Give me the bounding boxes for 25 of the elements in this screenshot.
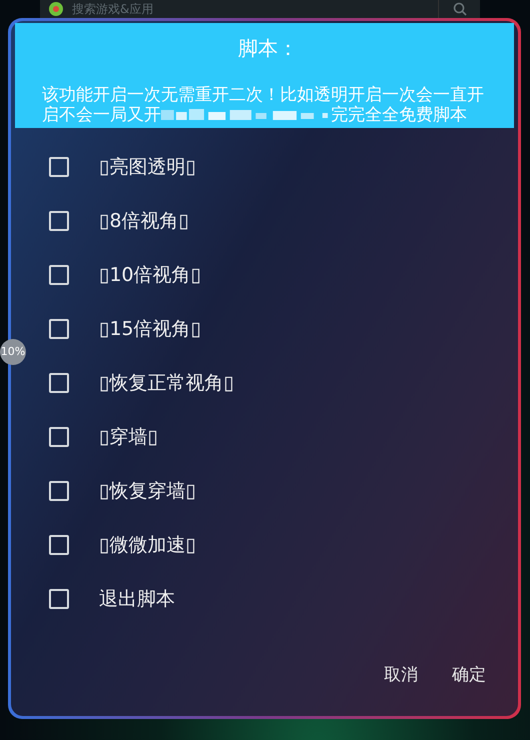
app-logo-icon <box>48 1 64 17</box>
checkbox[interactable] <box>49 589 69 609</box>
dialog-button[interactable]: 取消 <box>376 658 426 692</box>
checkbox[interactable] <box>49 211 69 231</box>
option-label[interactable]: 退出脚本 <box>99 584 175 614</box>
dialog-button[interactable]: 确定 <box>444 658 494 692</box>
checkbox[interactable] <box>49 535 69 555</box>
option-label[interactable]: ▯亮图透明▯ <box>99 152 196 182</box>
option-label[interactable]: ▯恢复穿墙▯ <box>99 476 196 506</box>
option-label[interactable]: ▯8倍视角▯ <box>99 206 189 236</box>
option-label[interactable]: ▯微微加速▯ <box>99 530 196 560</box>
checkbox[interactable] <box>49 319 69 339</box>
checkbox[interactable] <box>49 265 69 285</box>
checkbox[interactable] <box>49 157 69 177</box>
option-label[interactable]: ▯穿墙▯ <box>99 422 158 452</box>
checkbox[interactable] <box>49 427 69 447</box>
dialog-title: 脚本： <box>237 35 299 62</box>
option-label[interactable]: ▯15倍视角▯ <box>99 314 202 344</box>
option-label[interactable]: ▯恢复正常视角▯ <box>99 368 234 398</box>
checkbox[interactable] <box>49 373 69 393</box>
option-label[interactable]: ▯10倍视角▯ <box>99 260 202 290</box>
dialog-message: 该功能开启一次无需重开二次！比如透明开启一次会一直开启不会一局又开 完完全全免费脚本 <box>42 85 485 125</box>
search-icon[interactable] <box>452 2 466 16</box>
search-placeholder: 搜索游戏&应用 <box>72 2 154 16</box>
checkbox[interactable] <box>49 481 69 501</box>
